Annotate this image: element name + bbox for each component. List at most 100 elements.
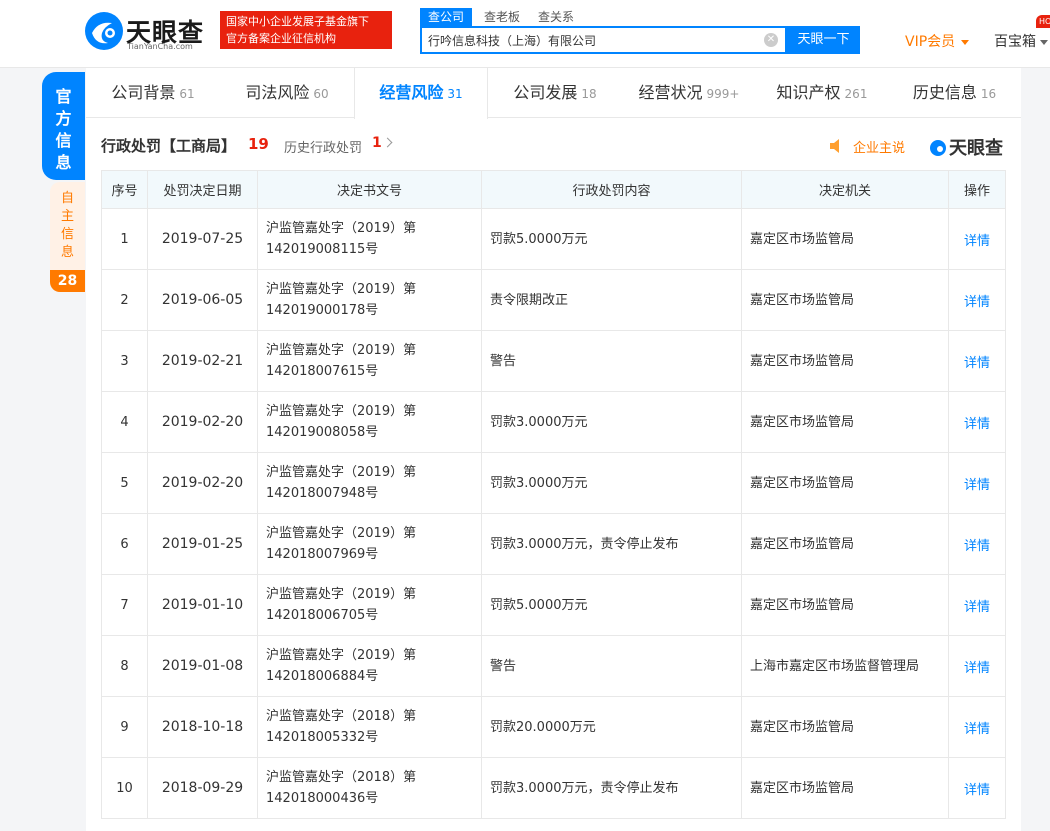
official-char: 信 [55,131,72,150]
cell-doc-number: 沪监管嘉处字（2019）第 142018007615号 [257,330,482,392]
tab-label: 知识产权 [776,83,841,102]
detail-link[interactable]: 详情 [948,513,1006,575]
cell-no: 10 [101,757,148,819]
logo-subtitle: TianYanCha.com [127,42,193,51]
main-panel: 公司背景 61 司法风险 60 经营风险 31 公司发展 18 经营状况 999+ 知识产… [86,68,1021,831]
corp-say-link[interactable]: 企业主说 [853,137,905,156]
site-logo[interactable]: 天眼查 TianYanCha.com [84,11,214,53]
doc-number-line-1: 沪监管嘉处字（2019）第 [266,404,417,419]
self-char: 主 [60,209,74,224]
search-box: ✕ [420,26,787,54]
tab-label: 司法风险 [245,83,310,102]
tab-history-info[interactable]: 历史信息 16 [888,68,1021,118]
cell-content: 罚款3.0000万元 [481,452,742,514]
history-penalty-count[interactable]: 1 [372,135,382,151]
detail-link[interactable]: 详情 [948,757,1006,819]
cell-date: 2019-07-25 [147,208,258,270]
cell-doc-number: 沪监管嘉处字（2019）第 142018007969号 [257,513,482,575]
official-info-tab[interactable]: 官 方 信 息 [42,72,85,180]
table-row: 5 2019-02-20 沪监管嘉处字（2019）第 142018007948号 罚款3… [101,452,1006,514]
official-char: 官 [55,87,72,106]
tab-company-development[interactable]: 公司发展 18 [488,68,622,118]
penalty-table: 序号 处罚决定日期 决定书文号 行政处罚内容 决定机关 操作 1 2019-07-… [101,170,1006,819]
cell-no: 9 [101,696,148,758]
cell-no: 5 [101,452,148,514]
detail-link[interactable]: 详情 [948,635,1006,697]
brand-mark: 天眼查 [929,134,1003,160]
cell-no: 3 [101,330,148,392]
history-penalty-link[interactable]: 历史行政处罚 [284,137,362,156]
tab-count: 31 [447,87,463,101]
col-header-authority: 决定机关 [741,170,949,209]
search-input[interactable] [422,28,762,52]
col-header-action: 操作 [948,170,1006,209]
table-row: 6 2019-01-25 沪监管嘉处字（2019）第 142018007969号 罚款3… [101,513,1006,575]
doc-number-line-2: 142018000436号 [266,791,379,806]
cell-authority: 嘉定区市场监管局 [741,330,949,392]
cell-no: 7 [101,574,148,636]
cell-authority: 嘉定区市场监管局 [741,269,949,331]
tab-intellectual-property[interactable]: 知识产权 261 [756,68,888,118]
doc-number-line-1: 沪监管嘉处字（2019）第 [266,648,417,663]
cell-no: 8 [101,635,148,697]
slogan-line-1: 国家中小企业发展子基金旗下 [226,15,369,28]
search-tab-company[interactable]: 查公司 [420,8,473,26]
table-row: 4 2019-02-20 沪监管嘉处字（2019）第 142019008058号 罚款3… [101,391,1006,453]
cell-date: 2019-06-05 [147,269,258,331]
table-row: 1 2019-07-25 沪监管嘉处字（2019）第 142019008115号 罚款5… [101,208,1006,270]
tab-label: 经营状况 [638,83,703,102]
detail-link[interactable]: 详情 [948,269,1006,331]
cell-authority: 嘉定区市场监管局 [741,391,949,453]
section-title: 行政处罚【工商局】 [101,137,237,155]
vip-label: VIP会员 [905,34,956,50]
cell-authority: 嘉定区市场监管局 [741,452,949,514]
tab-label: 公司背景 [111,83,176,102]
detail-link[interactable]: 详情 [948,330,1006,392]
cell-content: 罚款20.0000万元 [481,696,742,758]
table-row: 9 2018-10-18 沪监管嘉处字（2018）第 142018005332号 罚款2… [101,696,1006,758]
doc-number-line-1: 沪监管嘉处字（2019）第 [266,587,417,602]
tab-count: 18 [581,87,597,101]
self-info-tab[interactable]: 自 主 信 息 28 [50,182,85,292]
tab-count: 61 [179,87,195,101]
tab-company-background[interactable]: 公司背景 61 [86,68,220,118]
tab-operating-risk[interactable]: 经营风险 31 [354,68,488,119]
detail-link[interactable]: 详情 [948,391,1006,453]
chevron-right-icon[interactable] [382,137,393,148]
cell-content: 罚款3.0000万元，责令停止发布 [481,513,742,575]
col-header-doc-number: 决定书文号 [257,170,482,209]
col-header-content: 行政处罚内容 [481,170,742,209]
toolbox-menu[interactable]: 百宝箱 [994,31,1048,51]
detail-link[interactable]: 详情 [948,696,1006,758]
doc-number-line-2: 142018006884号 [266,669,379,684]
cell-authority: 嘉定区市场监管局 [741,513,949,575]
doc-number-line-2: 142019008058号 [266,425,379,440]
tab-operating-status[interactable]: 经营状况 999+ [622,68,756,118]
cell-content: 警告 [481,330,742,392]
col-header-no: 序号 [101,170,148,209]
search-tab-relation[interactable]: 查关系 [538,8,574,26]
brand-name: 天眼查 [949,138,1003,159]
top-header: 天眼查 TianYanCha.com 国家中小企业发展子基金旗下 官方备案企业征… [0,0,1050,68]
vip-menu[interactable]: VIP会员 [905,31,970,51]
detail-link[interactable]: 详情 [948,452,1006,514]
cell-doc-number: 沪监管嘉处字（2019）第 142019008058号 [257,391,482,453]
search-tab-boss[interactable]: 查老板 [484,8,520,26]
slogan-banner: 国家中小企业发展子基金旗下 官方备案企业征信机构 [220,11,392,49]
cell-doc-number: 沪监管嘉处字（2019）第 142019008115号 [257,208,482,270]
detail-link[interactable]: 详情 [948,574,1006,636]
cell-doc-number: 沪监管嘉处字（2019）第 142018006884号 [257,635,482,697]
search-button[interactable]: 天眼一下 [787,26,860,54]
doc-number-line-2: 142018007615号 [266,364,379,379]
cell-date: 2018-09-29 [147,757,258,819]
clear-icon[interactable]: ✕ [764,33,778,47]
cell-doc-number: 沪监管嘉处字（2018）第 142018000436号 [257,757,482,819]
tab-judicial-risk[interactable]: 司法风险 60 [220,68,354,118]
cell-no: 4 [101,391,148,453]
doc-number-line-1: 沪监管嘉处字（2018）第 [266,709,417,724]
detail-link[interactable]: 详情 [948,208,1006,270]
doc-number-line-1: 沪监管嘉处字（2018）第 [266,770,417,785]
self-char: 息 [60,245,74,260]
brand-icon [930,140,946,156]
table-row: 2 2019-06-05 沪监管嘉处字（2019）第 142019000178号 责令限… [101,269,1006,331]
